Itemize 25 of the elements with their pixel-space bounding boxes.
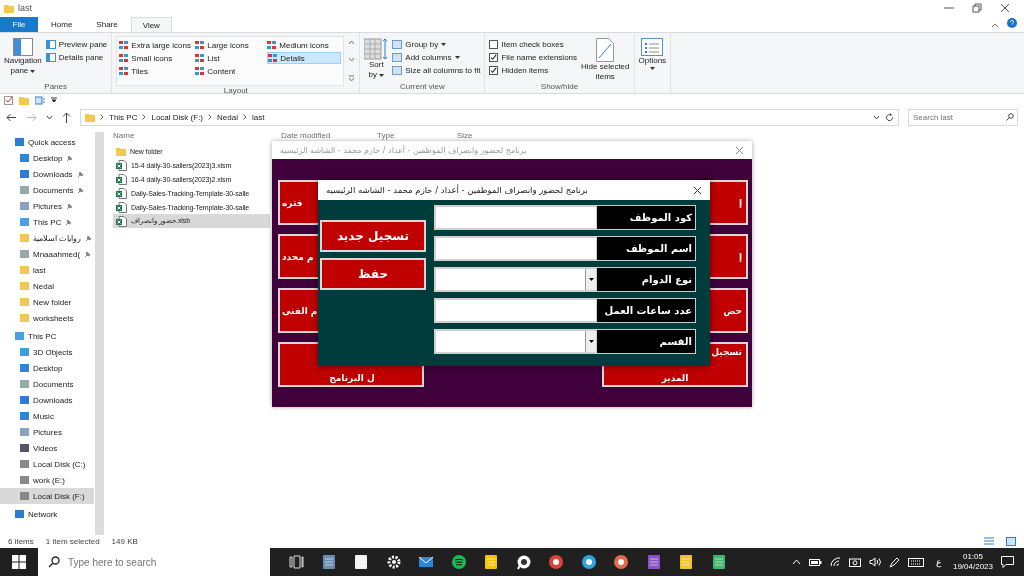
field-label: كود الموظف [596, 205, 696, 230]
group-label: Panes [43, 82, 68, 93]
status-text: 149 KB [111, 537, 138, 546]
field-label: اسم الموظف [596, 236, 696, 261]
button-label: تسجيل [711, 347, 742, 357]
button-label: م محدد [281, 251, 314, 262]
button-label: فتره [281, 197, 303, 208]
ribbon-panel: Navigation pane Preview pane Details pane Panes Extra large icons Large icons Medium icons Small icons List Details Tiles Content Layout Sort by Group by Add columns Size all columns to fit Current view Item check boxes File name extensions Hidden items Hide selected items Show/hide Options [0, 33, 1024, 94]
group-label: Show/hide [539, 82, 580, 93]
button-label: حض [723, 305, 742, 316]
field-label: القسم [596, 329, 696, 354]
status-text: 1 item selected [45, 537, 100, 546]
button-label: المدير [661, 373, 689, 383]
button-label: إ [738, 251, 742, 262]
status-text: 6 items [8, 537, 34, 546]
group-label: Layout [222, 86, 249, 97]
field-label: نوع الدوام [596, 267, 696, 292]
group-label: Current view [398, 82, 446, 93]
form-title: برنامج لحضور وانصراف الموظفين - أعداد / حازم محمد - الشاشه الرئيسيه [280, 145, 527, 155]
button-label: م الفنى [281, 305, 318, 316]
dialog-title: برنامج لحضور وانصراف الموظفين - أعداد / حازم محمد - الشاشه الرئيسيه [326, 185, 588, 195]
button-label: إ [738, 197, 742, 208]
button-label: ل البرنامج [328, 373, 375, 383]
field-label: عدد ساعات العمل [596, 298, 696, 323]
window-title: last [18, 3, 32, 13]
